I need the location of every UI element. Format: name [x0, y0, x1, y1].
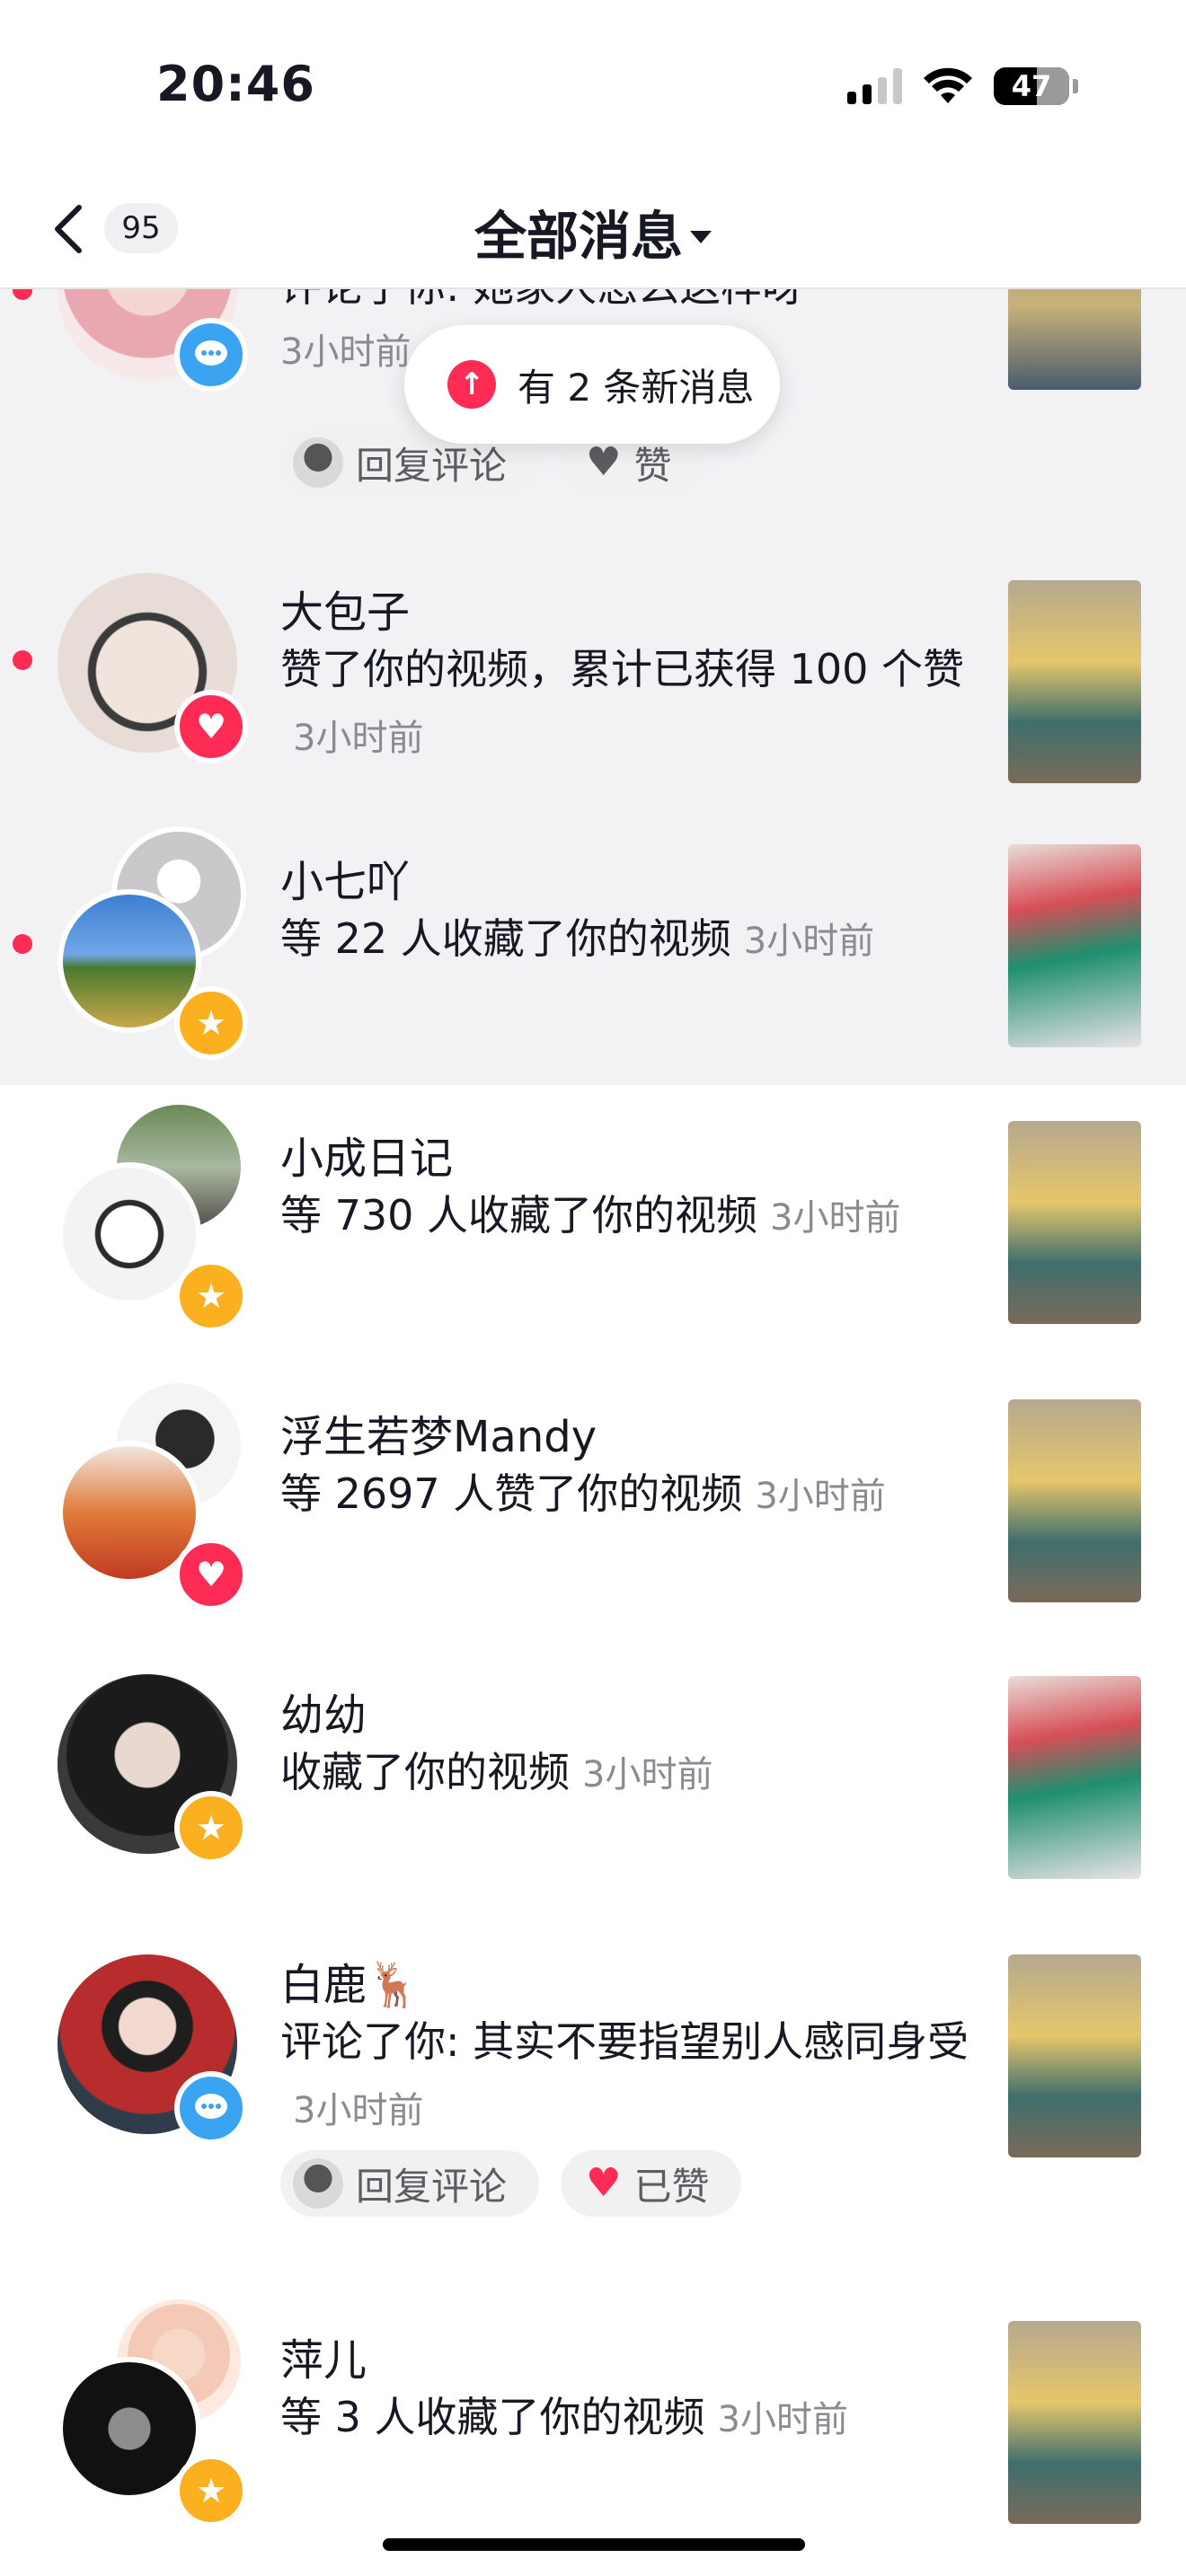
list-item[interactable]: ♥ 大包子 赞了你的视频，累计已获得 100 个赞3小时前 [0, 539, 1186, 808]
message-time: 3小时前 [770, 1197, 901, 1239]
avatar[interactable]: ★ [58, 1099, 248, 1333]
user-name: 小七吖 [280, 857, 411, 907]
message-time: 3小时前 [293, 2090, 424, 2131]
video-thumbnail[interactable] [1008, 1399, 1141, 1602]
liked-button[interactable]: ♥ 已赞 [561, 2150, 742, 2217]
list-item[interactable]: ★ 萍儿 等 3 人收藏了你的视频 3小时前 [0, 2294, 1186, 2576]
star-badge-icon: ★ [174, 1791, 248, 1865]
avatar[interactable]: ♥ [58, 1378, 248, 1611]
toast-text: 有 2 条新消息 [518, 365, 755, 410]
signal-icon [847, 68, 902, 104]
video-thumbnail[interactable] [1008, 1676, 1141, 1879]
heart-icon: ♥ [586, 2160, 622, 2206]
avatar[interactable]: ★ [58, 826, 248, 1060]
heart-badge-icon: ♥ [174, 1538, 248, 1611]
list-item[interactable]: ★ 小成日记 等 730 人收藏了你的视频 3小时前 [0, 1085, 1186, 1363]
star-badge-icon: ★ [174, 1259, 248, 1333]
heart-icon: ♥ [586, 439, 622, 485]
mini-avatar [293, 2158, 343, 2209]
video-thumbnail[interactable] [1008, 2321, 1141, 2524]
comment-badge-icon [174, 318, 248, 392]
unread-dot [13, 650, 32, 670]
user-name: 小成日记 [280, 1134, 454, 1184]
message-time: 3小时前 [755, 1476, 886, 1517]
video-thumbnail[interactable] [1008, 1954, 1141, 2157]
user-name: 大包子 [280, 587, 411, 638]
message-time: 3小时前 [280, 331, 412, 373]
reply-comment-button[interactable]: 回复评论 [280, 2150, 540, 2217]
video-thumbnail[interactable] [1008, 1121, 1141, 1324]
avatar[interactable]: ★ [58, 2294, 248, 2527]
caret-down-icon [690, 230, 712, 243]
avatar[interactable] [58, 1954, 248, 2145]
page-title-dropdown[interactable]: 全部消息 [0, 194, 1186, 269]
list-item[interactable]: 白鹿🦌 评论了你: 其实不要指望别人感同身受3小时前 回复评论 ♥ 已赞 [0, 1922, 1186, 2298]
user-name: 幼幼 [280, 1690, 367, 1741]
wifi-icon [924, 67, 972, 103]
status-time: 20:46 [156, 56, 315, 112]
star-badge-icon: ★ [174, 2454, 248, 2527]
nav-bar: 95 全部消息 [0, 171, 1186, 289]
list-item[interactable]: ♥ 浮生若梦Mandy 等 2697 人赞了你的视频 3小时前 [0, 1363, 1186, 1642]
list-item[interactable]: ★ 幼幼 收藏了你的视频 3小时前 [0, 1642, 1186, 1922]
message-text: 赞了你的视频，累计已获得 100 个赞3小时前 [280, 645, 965, 759]
message-time: 3小时前 [743, 921, 875, 962]
status-bar: 20:46 47 [0, 0, 1186, 171]
list-item[interactable]: ★ 小七吖 等 22 人收藏了你的视频 3小时前 [0, 808, 1186, 1085]
avatar[interactable]: ★ [58, 1674, 248, 1865]
message-text: 等 3 人收藏了你的视频 3小时前 [280, 2393, 848, 2441]
message-time: 3小时前 [293, 718, 424, 759]
message-text: 等 2697 人赞了你的视频 3小时前 [280, 1469, 886, 1518]
user-name: 白鹿🦌 [280, 1960, 420, 2010]
avatar[interactable]: ♥ [58, 573, 248, 763]
message-text: 评论了你: 其实不要指望别人感同身受3小时前 [280, 2017, 969, 2131]
message-time: 3小时前 [717, 2399, 848, 2440]
video-thumbnail[interactable] [1008, 844, 1141, 1047]
mini-avatar [293, 437, 343, 488]
home-indicator[interactable] [383, 2538, 805, 2551]
page-title: 全部消息 [474, 206, 683, 267]
message-text: 等 22 人收藏了你的视频 3小时前 [280, 914, 875, 963]
new-messages-toast[interactable]: ↑ 有 2 条新消息 [404, 325, 780, 444]
arrow-up-icon: ↑ [447, 360, 496, 409]
star-badge-icon: ★ [174, 986, 248, 1060]
heart-badge-icon: ♥ [174, 690, 248, 763]
comment-badge-icon [174, 2071, 248, 2145]
message-text: 等 730 人收藏了你的视频 3小时前 [280, 1191, 901, 1239]
user-name: 萍儿 [280, 2335, 367, 2386]
battery-icon: 47 [994, 67, 1069, 105]
unread-dot [13, 934, 32, 954]
user-name: 浮生若梦Mandy [280, 1412, 597, 1462]
message-text: 收藏了你的视频 3小时前 [280, 1748, 713, 1796]
message-time: 3小时前 [582, 1754, 713, 1795]
battery-level: 47 [1011, 69, 1052, 103]
message-list: 评论了你: 她家人怎么这样呀 3小时前 回复评论 ♥ 赞 ♥ 大包子 赞了你的视… [0, 201, 1186, 2576]
status-icons: 47 [847, 63, 1078, 110]
video-thumbnail[interactable] [1008, 580, 1141, 783]
